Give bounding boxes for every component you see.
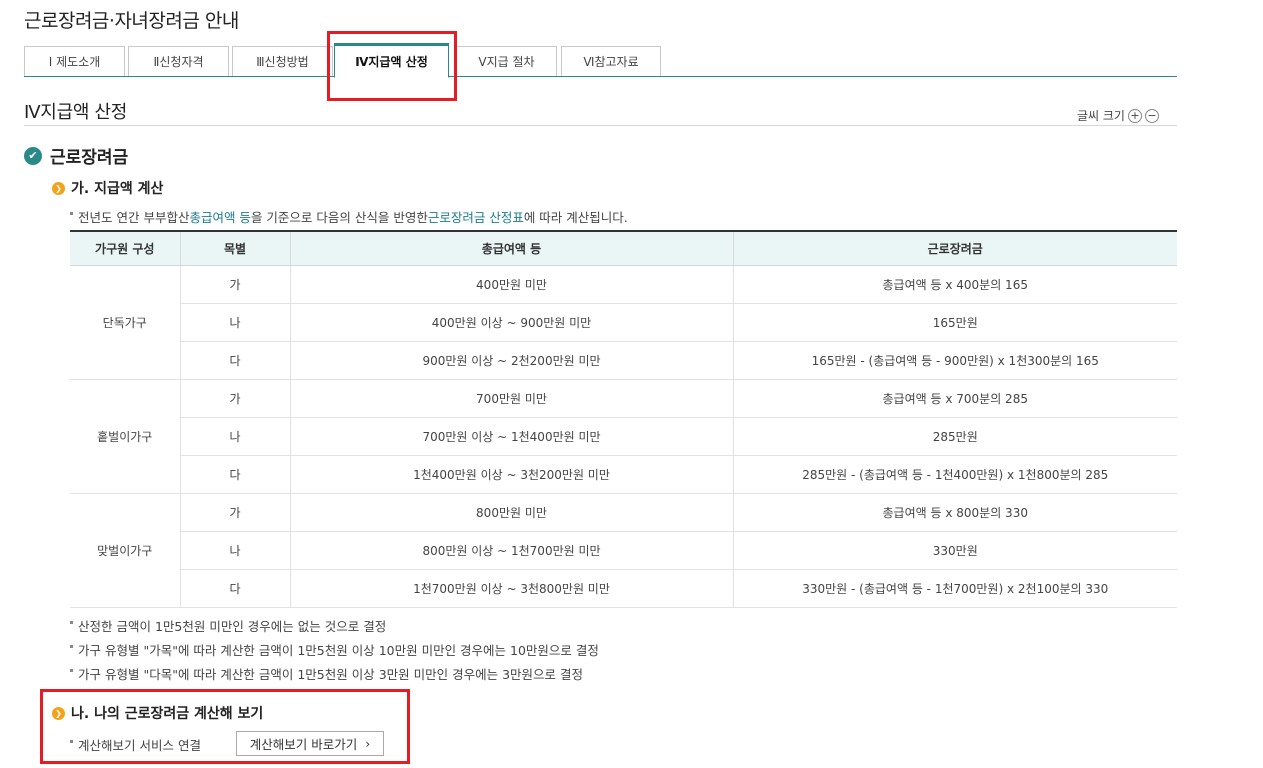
note-item: 가구 유형별 "가목"에 따라 계산한 금액이 1만5천원 이상 10만원 미만… (70, 640, 599, 659)
font-size-control: 글씨 크기 + − (1077, 107, 1159, 124)
note-item: 산정한 금액이 1만5천원 미만인 경우에는 없는 것으로 결정 (70, 616, 386, 635)
tab-system-intro[interactable]: Ⅰ 제도소개 (24, 46, 125, 76)
tab-payment-calculation[interactable]: Ⅳ지급액 산정 (334, 43, 449, 78)
tab-application-method[interactable]: Ⅲ신청방법 (232, 46, 333, 76)
bullet-icon (70, 740, 73, 743)
total-pay-link[interactable]: 총급여액 등 (189, 207, 250, 226)
section-title: Ⅳ지급액 산정 (24, 102, 128, 123)
tab-payment-procedure[interactable]: Ⅴ지급 절차 (456, 46, 557, 76)
table-row: 다 1천700만원 이상 ~ 3천800만원 미만 330만원 - (총급여액 … (70, 569, 1177, 608)
chevron-right-icon: › (365, 736, 371, 751)
subheading-label: 나. 나의 근로장려금 계산해 보기 (71, 706, 264, 722)
tab-references[interactable]: Ⅵ참고자료 (561, 46, 661, 76)
col-amount: 근로장려금 (732, 230, 1177, 266)
section-divider (24, 125, 1177, 126)
page-title: 근로장려금·자녀장려금 안내 (24, 10, 239, 32)
col-grade: 목별 (179, 230, 290, 266)
table-row: 다 900만원 이상 ~ 2천200만원 미만 165만원 - (총급여액 등 … (70, 341, 1177, 380)
household-type: 맞벌이가구 (70, 493, 180, 608)
table-row: 나 800만원 이상 ~ 1천700만원 미만 330만원 (70, 531, 1177, 570)
tab-bar: Ⅰ 제도소개 Ⅱ신청자격 Ⅲ신청방법 Ⅳ지급액 산정 Ⅴ지급 절차 Ⅵ참고자료 (24, 43, 1177, 78)
heading-label: 근로장려금 (50, 148, 129, 168)
check-icon: ✔ (24, 146, 42, 165)
calc-table-link[interactable]: 근로장려금 산정표 (428, 207, 524, 226)
table-row: 맞벌이가구 가 800만원 미만 총급여액 등 x 800분의 330 (70, 493, 1177, 608)
household-type: 단독가구 (70, 265, 180, 380)
font-decrease-icon[interactable]: − (1144, 108, 1159, 123)
note-item: 가구 유형별 "다목"에 따라 계산한 금액이 1만5천원 이상 3만원 미만인… (70, 664, 583, 683)
col-income: 총급여액 등 (289, 230, 733, 266)
subheading-my-calc: ❯ 나. 나의 근로장려금 계산해 보기 (52, 703, 263, 723)
table-row: 홑벌이가구 가 700만원 미만 총급여액 등 x 700분의 285 (70, 379, 1177, 494)
table-row: 다 1천400만원 이상 ~ 3천200만원 미만 285만원 - (총급여액 … (70, 455, 1177, 494)
font-increase-icon[interactable]: + (1127, 108, 1142, 123)
bullet-icon (70, 621, 73, 624)
heading-work-incentive: ✔ 근로장려금 (24, 143, 128, 168)
calculator-shortcut-button[interactable]: 계산해보기 바로가기 › (236, 731, 384, 756)
tab-eligibility[interactable]: Ⅱ신청자격 (128, 46, 229, 76)
household-type: 홑벌이가구 (70, 379, 180, 494)
payment-table: 가구원 구성 목별 총급여액 등 근로장려금 단독가구 가 400만원 미만 총… (70, 230, 1177, 608)
col-household: 가구원 구성 (70, 230, 180, 266)
subheading-label: 가. 지급액 계산 (71, 181, 164, 197)
intro-text: 전년도 연간 부부합산 총급여액 등 을 기준으로 다음의 산식을 반영한 근로… (70, 207, 628, 226)
table-row: 단독가구 가 400만원 미만 총급여액 등 x 400분의 165 (70, 265, 1177, 380)
table-row: 나 400만원 이상 ~ 900만원 미만 165만원 (70, 303, 1177, 342)
bullet-icon (70, 669, 73, 672)
arrow-right-icon: ❯ (52, 706, 65, 720)
table-row: 나 700만원 이상 ~ 1천400만원 미만 285만원 (70, 417, 1177, 456)
bullet-icon (70, 645, 73, 648)
subheading-payment-calc: ❯ 가. 지급액 계산 (52, 178, 163, 198)
service-link-row: 계산해보기 서비스 연결 (70, 735, 201, 754)
font-size-label: 글씨 크기 (1077, 109, 1125, 123)
arrow-right-icon: ❯ (52, 181, 65, 195)
bullet-icon (70, 212, 73, 215)
